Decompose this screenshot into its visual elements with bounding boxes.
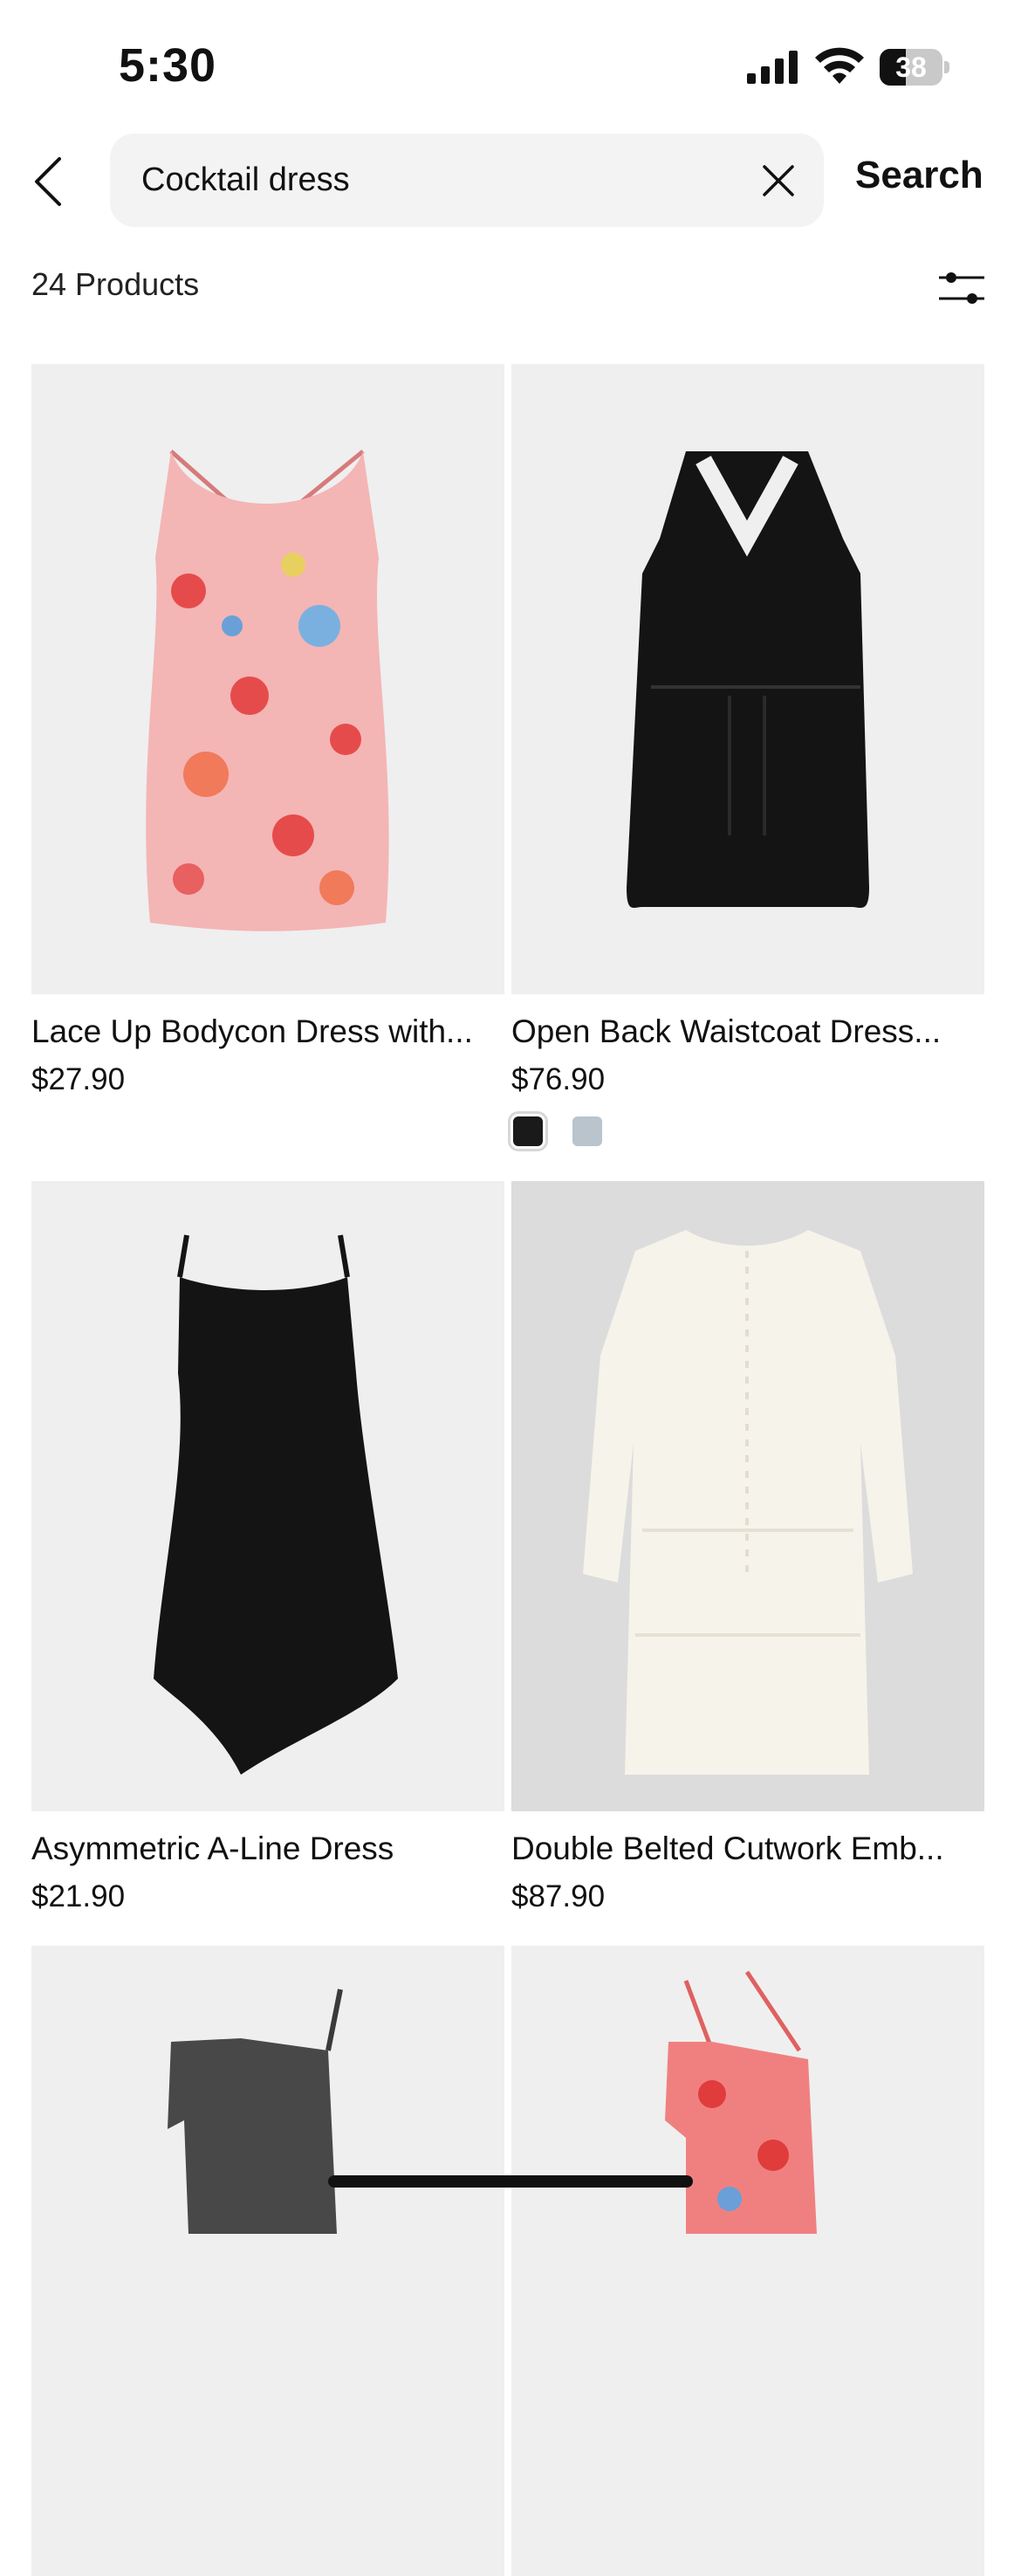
clear-icon[interactable] (757, 160, 799, 202)
product-image[interactable] (511, 364, 984, 994)
product-title[interactable]: Double Belted Cutwork Emb... (511, 1831, 984, 1867)
product-title[interactable]: Asymmetric A-Line Dress (31, 1831, 504, 1867)
back-arrow-icon[interactable] (28, 154, 70, 210)
product-title[interactable]: Open Back Waistcoat Dress... (511, 1013, 984, 1050)
wifi-icon (815, 47, 864, 84)
swatch-light-blue[interactable] (572, 1116, 602, 1146)
product-image[interactable] (31, 1181, 504, 1811)
product-price: $21.90 (31, 1879, 126, 1913)
product-image[interactable] (31, 364, 504, 994)
product-image[interactable] (511, 1946, 984, 2576)
status-bar: 5:30 38 (0, 0, 1021, 131)
white-cutwork-dress-image (583, 1230, 913, 1775)
search-input[interactable] (141, 134, 735, 227)
product-image[interactable] (31, 1946, 504, 2576)
product-price: $27.90 (31, 1062, 126, 1096)
product-count: 24 Products (31, 266, 200, 302)
product-price: $87.90 (511, 1879, 606, 1913)
floral-one-shoulder-dress-image (665, 1970, 817, 2234)
status-time: 5:30 (119, 39, 217, 92)
dark-one-shoulder-dress-image (168, 1989, 343, 2234)
product-title[interactable]: Lace Up Bodycon Dress with... (31, 1013, 504, 1050)
search-box[interactable] (110, 134, 824, 227)
home-indicator[interactable] (328, 2175, 693, 2188)
black-asymmetric-dress-image (154, 1234, 398, 1775)
swatch-black[interactable] (508, 1111, 548, 1151)
cellular-signal-icon (747, 51, 798, 84)
filter-sliders-icon[interactable] (935, 262, 988, 314)
black-waistcoat-dress-image (627, 451, 869, 908)
product-image[interactable] (511, 1181, 984, 1811)
product-price: $76.90 (511, 1062, 606, 1096)
battery-level: 38 (895, 52, 927, 83)
floral-slip-dress-image (146, 450, 389, 931)
search-button[interactable]: Search (855, 154, 983, 197)
battery-icon: 38 (880, 49, 949, 86)
